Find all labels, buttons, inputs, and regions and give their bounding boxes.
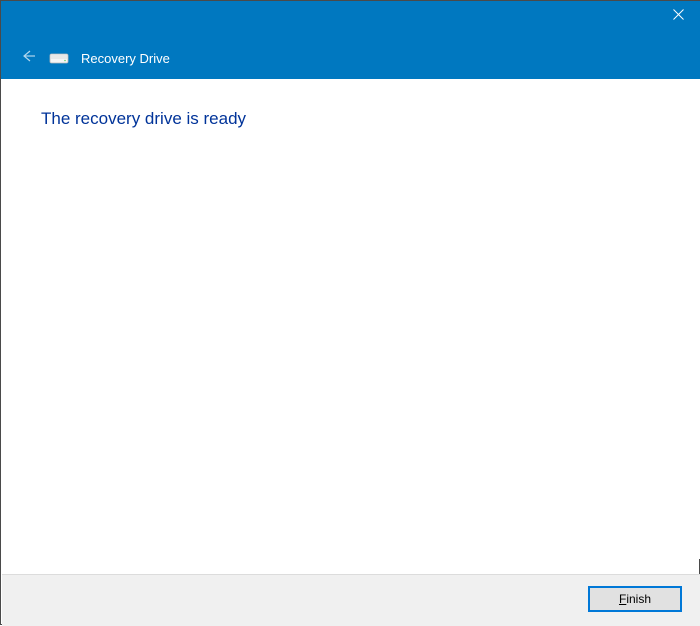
page-heading: The recovery drive is ready [41, 109, 661, 129]
close-icon [673, 7, 684, 25]
content-area: The recovery drive is ready [1, 79, 700, 559]
titlebar: Recovery Drive [1, 1, 700, 79]
finish-label-rest: inish [626, 592, 651, 606]
drive-icon [49, 50, 69, 66]
close-button[interactable] [655, 1, 700, 31]
finish-button[interactable]: Finish [588, 586, 682, 612]
window-title: Recovery Drive [81, 51, 170, 66]
back-arrow-icon [20, 48, 36, 69]
footer: Finish [2, 574, 700, 626]
back-button[interactable] [19, 49, 37, 67]
